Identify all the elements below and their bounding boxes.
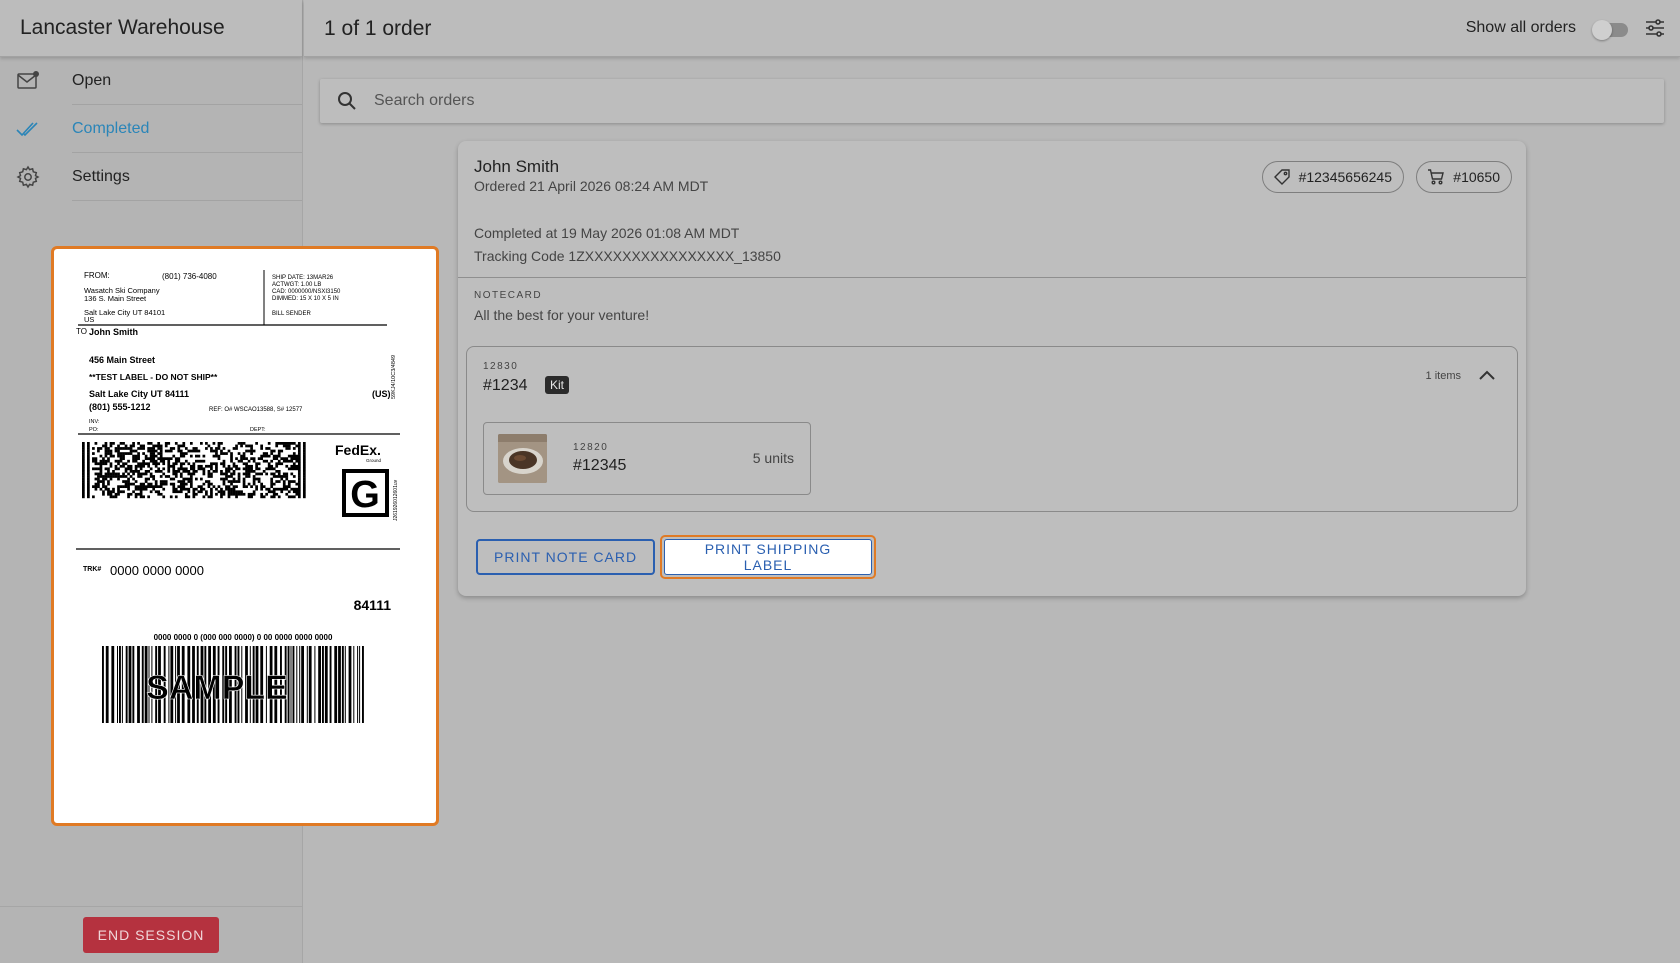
tracking-number: 0000 0000 0000 xyxy=(110,563,204,578)
kit-number: #1234 xyxy=(483,377,528,394)
customer-name: John Smith xyxy=(474,157,560,176)
sidebar-item-label: Completed xyxy=(72,120,150,137)
kit-badge: Kit xyxy=(545,376,570,394)
to-name: John Smith xyxy=(89,327,138,337)
inv-label: INV: xyxy=(89,419,100,425)
completed-date: Completed at 19 May 2026 01:08 AM MDT xyxy=(474,225,740,241)
pdf417-barcode xyxy=(82,442,306,499)
sidebar-footer: END SESSION xyxy=(0,906,302,963)
from-city: Salt Lake City UT 84101 xyxy=(84,308,165,317)
divider xyxy=(458,277,1526,278)
cart-icon xyxy=(1428,169,1445,185)
kit-code: 12830 xyxy=(483,361,519,372)
from-label: FROM: xyxy=(84,271,110,280)
kit-items-count: 1 items xyxy=(1425,370,1461,382)
ship-date: SHIP DATE: 13MAR26 xyxy=(272,275,334,281)
cad-code: CAD: 0000000/NSXI3150 xyxy=(272,289,341,295)
to-note: **TEST LABEL - DO NOT SHIP** xyxy=(89,372,218,382)
end-session-button[interactable]: END SESSION xyxy=(82,917,220,953)
order-cart-chip[interactable]: #10650 xyxy=(1416,161,1512,193)
toggle-knob xyxy=(1592,20,1612,40)
main-header: 1 of 1 order Show all orders xyxy=(304,0,1680,57)
sidebar-item-open[interactable]: Open xyxy=(0,57,302,105)
unit-code: 12820 xyxy=(573,442,609,453)
search-bar xyxy=(320,79,1664,123)
from-street: 136 S. Main Street xyxy=(84,294,147,303)
side-code-2: J261926012601uv xyxy=(393,479,399,521)
barcode-text: 0000 0000 0 (000 000 0000) 0 00 0000 000… xyxy=(154,633,333,642)
from-country: US xyxy=(84,315,94,324)
notecard-label: NOTECARD xyxy=(474,290,543,301)
service-letter: G xyxy=(350,474,380,516)
tag-id: #12345656245 xyxy=(1298,169,1392,185)
order-date: Ordered 21 April 2026 08:24 AM MDT xyxy=(474,178,709,194)
from-phone: (801) 736-4080 xyxy=(162,272,217,281)
unit-number: #12345 xyxy=(573,457,627,474)
search-input[interactable] xyxy=(374,79,1574,123)
order-card: John Smith Ordered 21 April 2026 08:24 A… xyxy=(458,141,1526,596)
to-label: TO xyxy=(76,327,87,336)
tag-icon xyxy=(1273,169,1290,185)
notecard-text: All the best for your venture! xyxy=(474,307,650,323)
dimensions: DIMMED: 15 X 10 X 5 IN xyxy=(272,296,339,302)
sidebar-item-settings[interactable]: Settings xyxy=(0,153,302,201)
shipping-label-preview: FROM: (801) 736-4080 Wasatch Ski Company… xyxy=(51,246,439,826)
order-tag-chip[interactable]: #12345656245 xyxy=(1261,161,1404,193)
print-shipping-label-focus-ring: PRINT SHIPPING LABEL xyxy=(660,535,876,579)
gear-icon xyxy=(16,165,40,189)
to-country: (US) xyxy=(372,389,391,399)
sidebar-header: Lancaster Warehouse xyxy=(0,0,302,57)
actual-weight: ACTWGT: 1.00 LB xyxy=(272,282,321,288)
sidebar-item-label: Settings xyxy=(72,168,130,185)
warehouse-title: Lancaster Warehouse xyxy=(20,16,225,39)
filter-settings-icon[interactable] xyxy=(1644,17,1666,39)
dept-label: DEPT: xyxy=(250,427,266,433)
cart-id: #10650 xyxy=(1453,169,1500,185)
unit-quantity: 5 units xyxy=(752,450,794,466)
tracking-code: Tracking Code 1ZXXXXXXXXXXXXXXXX_13850 xyxy=(474,248,781,264)
reference: REF: O# WSCAO13588, S# 12577 xyxy=(209,407,303,413)
bill-sender: BILL SENDER xyxy=(272,311,311,317)
mail-icon xyxy=(17,71,39,89)
sidebar-item-completed[interactable]: Completed xyxy=(0,105,302,153)
double-check-icon xyxy=(16,122,38,137)
to-street: 456 Main Street xyxy=(89,355,155,365)
search-icon xyxy=(338,92,356,110)
po-label: PO: xyxy=(89,427,99,433)
tracking-label: TRK# xyxy=(83,566,101,573)
to-phone: (801) 555-1212 xyxy=(89,402,151,412)
product-thumbnail xyxy=(498,434,547,483)
print-shipping-label-button[interactable]: PRINT SHIPPING LABEL xyxy=(664,539,872,575)
sample-watermark: SAMPLE xyxy=(146,669,288,707)
page-title: 1 of 1 order xyxy=(324,17,432,40)
divider xyxy=(72,200,302,201)
print-note-card-button[interactable]: PRINT NOTE CARD xyxy=(476,539,656,575)
sidebar-item-label: Open xyxy=(72,72,112,89)
show-all-orders-label: Show all orders xyxy=(1465,19,1576,36)
kit-panel: 12830 #1234 Kit 1 items 12820 #12345 5 u… xyxy=(466,346,1518,512)
carrier-brand: FedEx. xyxy=(335,442,381,458)
to-city: Salt Lake City UT 84111 xyxy=(89,389,189,399)
kit-unit-item: 12820 #12345 5 units xyxy=(483,422,811,495)
chevron-up-icon[interactable] xyxy=(1475,364,1499,388)
zip-code: 84111 xyxy=(354,597,392,613)
carrier-service: Ground xyxy=(366,458,382,463)
side-code: 59KJ4/10C3/4849 xyxy=(391,355,397,399)
show-all-orders-toggle[interactable] xyxy=(1592,20,1628,40)
